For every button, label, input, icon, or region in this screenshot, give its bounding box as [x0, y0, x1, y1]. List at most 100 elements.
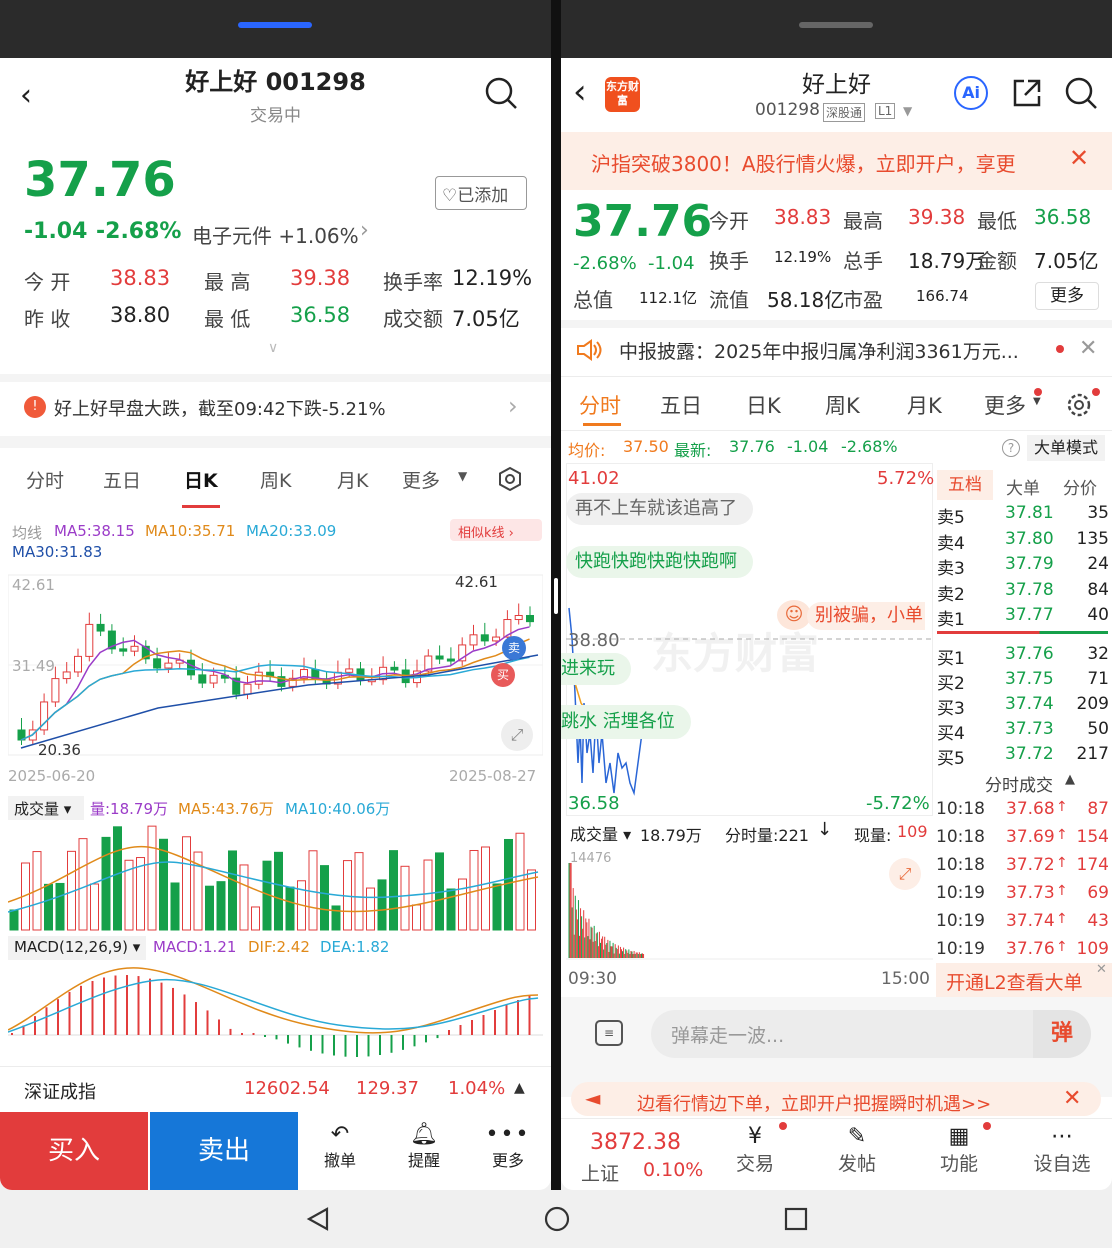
- l2-text: 开通L2查看大单: [946, 972, 1083, 994]
- candle-body: [164, 662, 173, 669]
- index-name[interactable]: 深证成指: [24, 1078, 96, 1104]
- tab-more-caret-icon[interactable]: ▼: [458, 469, 467, 483]
- trade-button[interactable]: ¥ 交易: [729, 1124, 781, 1176]
- close-icon[interactable]: ✕: [1079, 336, 1097, 361]
- ai-button[interactable]: Ai: [954, 76, 988, 110]
- orderbook-tab-five[interactable]: 五档: [937, 470, 993, 500]
- expand-up-icon[interactable]: ▲: [514, 1080, 525, 1096]
- tick-volume: 154: [1076, 827, 1109, 847]
- gear-icon[interactable]: [1064, 390, 1094, 420]
- function-button[interactable]: ▦ 功能: [933, 1124, 985, 1176]
- volume-bar: [320, 865, 329, 931]
- volume-bar: [377, 879, 387, 931]
- volume-bar: [228, 850, 237, 931]
- tab-1[interactable]: 五日: [103, 466, 141, 493]
- cancel-order-button[interactable]: ↶ 撤单: [305, 1122, 375, 1171]
- orderbook-tab-big[interactable]: 大单: [1006, 474, 1040, 499]
- level-badge: L1: [875, 103, 896, 119]
- similar-k-button[interactable]: 相似k线 ›: [450, 519, 542, 541]
- intraday-volume-chart: [566, 863, 933, 960]
- current-price: 37.76: [573, 196, 713, 247]
- volume-bar: [389, 850, 398, 931]
- tab-5[interactable]: 更多: [402, 466, 440, 493]
- search-icon[interactable]: [1064, 76, 1100, 112]
- tick-price: 37.73: [1006, 883, 1055, 903]
- y-axis-top: 42.61: [12, 576, 55, 594]
- news-alert[interactable]: 好上好早盘大跌，截至09:42下跌-5.21%: [54, 395, 386, 421]
- more-button[interactable]: ••• 更多: [473, 1122, 543, 1171]
- sort-up-icon[interactable]: ▲: [1065, 772, 1075, 787]
- cancel-label: 撤单: [323, 1151, 356, 1170]
- dropdown-icon[interactable]: ▼: [903, 104, 912, 118]
- tab-more-caret-icon[interactable]: ▼: [1033, 396, 1041, 407]
- big-order-mode-button[interactable]: 大单模式: [1027, 435, 1105, 461]
- tick-volume: 87: [1087, 799, 1109, 819]
- share-icon[interactable]: [1010, 76, 1044, 110]
- split-handle[interactable]: [554, 578, 558, 614]
- volume-value: 量:18.79万: [90, 800, 168, 818]
- stat-label: 换手: [709, 249, 749, 273]
- back-triangle-icon[interactable]: [305, 1206, 331, 1232]
- bid-volume: 71: [1087, 669, 1109, 689]
- settings-icon[interactable]: [497, 466, 523, 492]
- stat-value: 38.80: [110, 303, 171, 327]
- vol-max: 14476: [570, 851, 612, 866]
- danmaku-toggle[interactable]: 弹: [1033, 1010, 1091, 1058]
- tab-0[interactable]: 分时: [26, 466, 64, 493]
- candle-body: [187, 659, 195, 676]
- post-button[interactable]: ✎ 发帖: [831, 1124, 883, 1176]
- candle-body: [390, 666, 399, 671]
- tab-3[interactable]: 周K: [260, 466, 291, 493]
- tab-2[interactable]: 日K: [746, 390, 781, 420]
- buy-button[interactable]: 买入: [0, 1112, 148, 1190]
- help-icon[interactable]: ?: [1002, 439, 1020, 457]
- volume-bar: [9, 909, 19, 931]
- volume-bar: [504, 838, 513, 931]
- expand-chevron-icon[interactable]: ∨: [268, 340, 278, 356]
- ask-price: 37.79: [1005, 554, 1054, 574]
- kline-chart[interactable]: [8, 570, 543, 762]
- macd-selector[interactable]: MACD(12,26,9) ▾: [8, 936, 146, 960]
- tab-0[interactable]: 分时: [579, 390, 621, 420]
- more-stats-button[interactable]: 更多: [1035, 282, 1099, 310]
- volume-bar: [239, 864, 249, 931]
- tick-time: 10:19: [936, 911, 985, 931]
- sh-index-value[interactable]: 3872.38: [590, 1130, 681, 1155]
- promo-text: 边看行情边下单，立即开户把握瞬时机遇>>: [637, 1094, 992, 1115]
- add-watchlist-button[interactable]: ⋯ 设自选: [1027, 1124, 1097, 1176]
- sell-button[interactable]: 卖出: [150, 1112, 298, 1190]
- sector-link[interactable]: 电子元件 +1.06%: [192, 220, 359, 249]
- candle-body: [51, 678, 60, 703]
- tab-5[interactable]: 更多: [984, 390, 1026, 420]
- tab-4[interactable]: 月K: [907, 390, 942, 420]
- stat-label: 换手率: [383, 270, 443, 294]
- close-icon[interactable]: ✕: [1069, 144, 1089, 172]
- notice-text[interactable]: 中报披露：2025年中报归属净利润3361万元...: [619, 337, 1019, 364]
- tab-1[interactable]: 五日: [660, 390, 702, 420]
- trade-icon: ¥: [748, 1124, 762, 1149]
- remind-button[interactable]: 🔔︎ 提醒: [389, 1122, 459, 1171]
- home-circle-icon[interactable]: [543, 1205, 571, 1233]
- more-circle-icon: ⋯: [1051, 1124, 1073, 1149]
- expand-chart-icon[interactable]: ⤢: [501, 719, 533, 751]
- close-icon[interactable]: ✕: [1063, 1086, 1081, 1111]
- volume-bar: [446, 888, 456, 931]
- tab-2[interactable]: 日K: [184, 466, 218, 493]
- volume-bar: [136, 857, 145, 931]
- speaker-icon: [577, 339, 602, 361]
- search-icon[interactable]: [484, 76, 520, 112]
- expand-chart-icon[interactable]: ⤢: [889, 858, 921, 890]
- orderbook-tab-price[interactable]: 分价: [1063, 474, 1097, 499]
- favorite-button[interactable]: ♡已添加: [435, 176, 527, 210]
- dots-icon: •••: [485, 1122, 531, 1147]
- tab-underline: [182, 505, 220, 508]
- volume-selector[interactable]: 成交量 ▾: [570, 821, 636, 845]
- volume-selector[interactable]: 成交量 ▾: [8, 796, 84, 820]
- volume-bar: [147, 825, 157, 931]
- tab-3[interactable]: 周K: [825, 390, 860, 420]
- recents-square-icon[interactable]: [783, 1206, 809, 1232]
- comment-list-icon[interactable]: ≡: [595, 1020, 623, 1046]
- ask-label: 卖5: [937, 508, 965, 528]
- close-icon[interactable]: ✕: [1096, 962, 1107, 977]
- tab-4[interactable]: 月K: [337, 466, 368, 493]
